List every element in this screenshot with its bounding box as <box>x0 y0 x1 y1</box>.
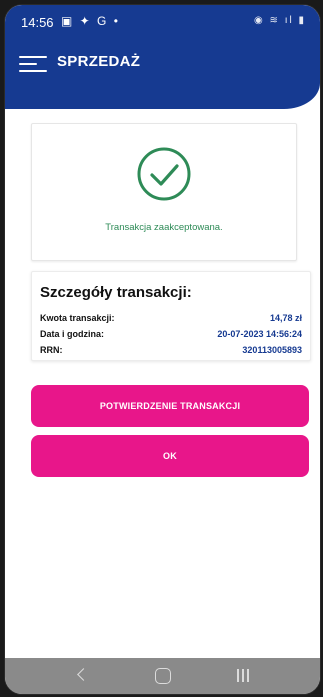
hamburger-menu-icon[interactable] <box>19 53 49 75</box>
recent-apps-icon[interactable] <box>213 658 273 694</box>
back-chevron-icon[interactable] <box>53 658 113 694</box>
confirm-transaction-button[interactable]: POTWIERDZENIE TRANSAKCJI <box>31 385 309 427</box>
detail-label: Data i godzina: <box>40 329 105 339</box>
system-status-icons: ◉ ≋ ıl ▮ <box>254 15 306 26</box>
phone-screen: 14:56 ▣ ✦ G • ◉ ≋ ıl ▮ SPRZEDAŻ Transakc… <box>4 4 321 695</box>
detail-label: Kwota transakcji: <box>40 313 115 323</box>
status-time: 14:56 <box>21 15 54 30</box>
check-circle-icon <box>137 147 191 201</box>
result-message: Transakcja zaakceptowana. <box>105 222 223 233</box>
app-header: 14:56 ▣ ✦ G • ◉ ≋ ıl ▮ SPRZEDAŻ <box>5 5 320 109</box>
detail-value: 20-07-2023 14:56:24 <box>217 329 302 339</box>
result-card: Transakcja zaakceptowana. <box>31 123 297 261</box>
detail-label: RRN: <box>40 345 63 355</box>
details-title: Szczegóły transakcji: <box>40 284 192 301</box>
home-icon[interactable] <box>133 658 193 694</box>
detail-row-amount: Kwota transakcji: 14,78 zł <box>40 313 302 327</box>
ok-button[interactable]: OK <box>31 435 309 477</box>
status-bar: 14:56 ▣ ✦ G • ◉ ≋ ıl ▮ <box>5 5 320 35</box>
detail-row-datetime: Data i godzina: 20-07-2023 14:56:24 <box>40 329 302 343</box>
notification-icons: ▣ ✦ G • <box>61 14 120 28</box>
page-title: SPRZEDAŻ <box>57 53 141 70</box>
detail-row-rrn: RRN: 320113005893 <box>40 345 302 359</box>
transaction-details-card: Szczegóły transakcji: Kwota transakcji: … <box>31 271 311 361</box>
detail-value: 14,78 zł <box>269 313 302 323</box>
detail-value: 320113005893 <box>242 345 302 355</box>
system-nav-bar <box>5 658 320 694</box>
